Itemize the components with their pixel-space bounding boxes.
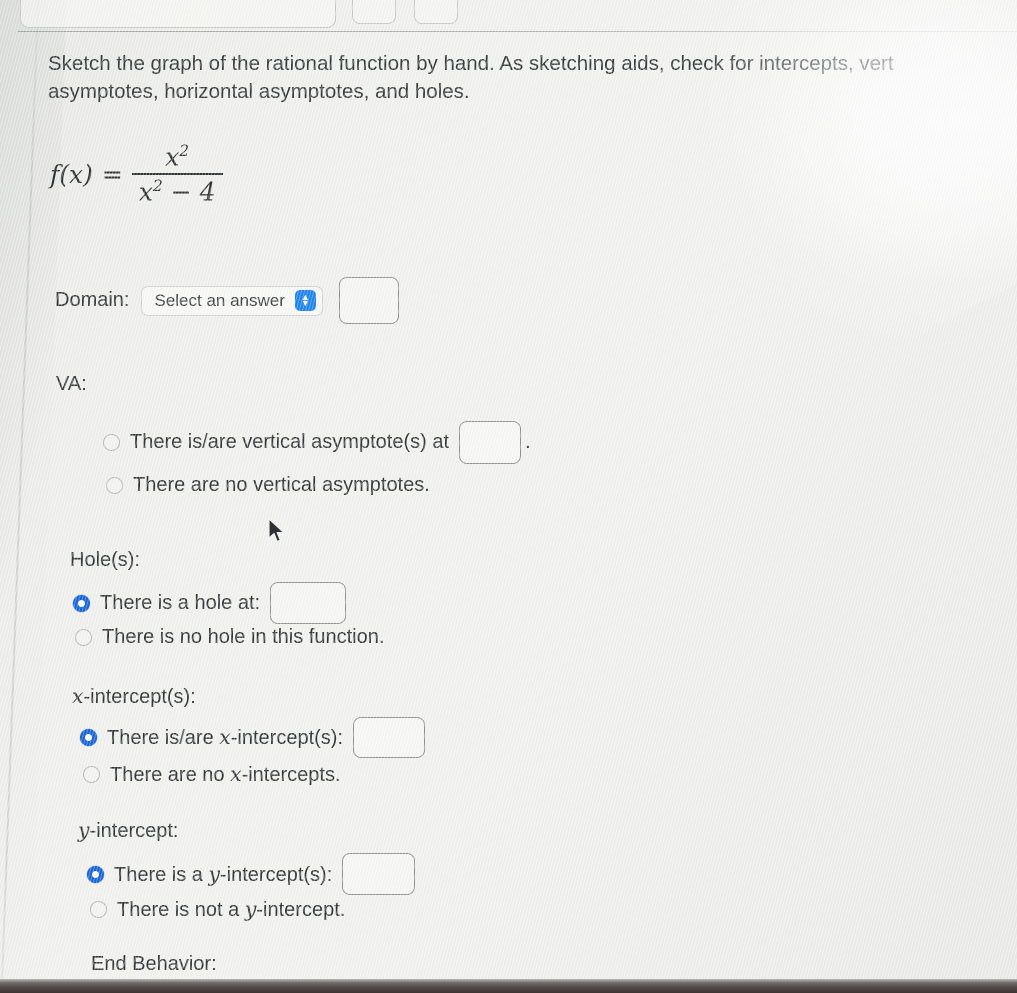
x-symbol: x: [219, 725, 231, 749]
domain-answer-input[interactable]: [338, 277, 399, 324]
radio-y-intercept-has[interactable]: [87, 865, 104, 883]
radio-hole-none[interactable]: [75, 629, 92, 646]
formula-lhs: f(x): [50, 159, 93, 189]
va-answer-input[interactable]: [459, 421, 521, 464]
domain-select[interactable]: Select an answer ▲ ▼: [141, 285, 323, 316]
x-intercept-answer-input[interactable]: [353, 717, 426, 758]
end-behavior-section-title: End Behavior:: [91, 953, 217, 975]
va-option-none-label: There are no vertical asymptotes.: [133, 474, 430, 496]
x-intercept-option-has[interactable]: There is/are x-intercept(s):: [80, 717, 426, 758]
radio-va-has[interactable]: [103, 434, 120, 451]
y-intercept-section-title: y-intercept:: [78, 818, 179, 842]
va-option-none[interactable]: There are no vertical asymptotes.: [106, 474, 440, 497]
hole-section-title: Hole(s):: [70, 549, 141, 571]
radio-hole-has[interactable]: [73, 594, 90, 612]
va-section-title: VA:: [56, 373, 87, 395]
question-selector[interactable]: Question 6 ▾: [20, 0, 336, 28]
question-header: Question 6 ▾ ‹ ›: [0, 0, 1017, 32]
question-body: Sketch the graph of the rational functio…: [0, 32, 1017, 993]
y-intercept-option-none[interactable]: There is not a y-intercept.: [90, 897, 355, 922]
y-intercept-option-none-label: There is not a y-intercept.: [117, 897, 346, 921]
screen-photo-surface: Question 6 ▾ ‹ › Sketch the graph of the…: [0, 0, 1017, 993]
va-option-has-label: There is/are vertical asymptote(s) at: [130, 431, 449, 453]
radio-va-none[interactable]: [106, 477, 123, 494]
formula-fraction: x2 x2 − 4: [131, 142, 223, 207]
select-stepper-icon[interactable]: ▲ ▼: [294, 290, 316, 311]
y-intercept-option-has-label: There is a y-intercept(s):: [114, 861, 333, 886]
radio-y-intercept-none[interactable]: [90, 901, 107, 918]
next-question-button[interactable]: ›: [414, 0, 458, 24]
formula-denominator: x2 − 4: [138, 176, 216, 207]
y-intercept-answer-input[interactable]: [342, 853, 416, 895]
y-symbol: y: [78, 818, 90, 842]
x-intercept-section-title: x-intercept(s):: [72, 684, 196, 708]
hole-option-none-label: There is no hole in this function.: [102, 626, 385, 648]
y-intercept-option-has[interactable]: There is a y-intercept(s):: [87, 853, 416, 895]
radio-x-intercept-has[interactable]: [80, 729, 97, 746]
va-period: .: [525, 431, 531, 453]
x-symbol: x: [72, 684, 84, 708]
previous-question-button[interactable]: ‹: [352, 0, 396, 24]
x-symbol: x: [230, 762, 242, 786]
domain-row: Domain: Select an answer ▲ ▼: [55, 277, 399, 324]
x-intercept-option-none-label: There are no x-intercepts.: [110, 762, 341, 786]
domain-select-value: Select an answer: [154, 290, 285, 310]
x-intercept-option-none[interactable]: There are no x-intercepts.: [83, 762, 351, 787]
formula-equals: =: [101, 159, 123, 189]
y-symbol: y: [244, 897, 257, 921]
hole-option-has-label: There is a hole at:: [100, 591, 261, 614]
formula-numerator: x2: [165, 142, 190, 172]
domain-label: Domain:: [55, 289, 130, 311]
function-formula: f(x) = x2 x2 − 4: [50, 142, 223, 206]
question-prompt: Sketch the graph of the rational functio…: [48, 52, 894, 104]
va-option-has-asymptotes[interactable]: There is/are vertical asymptote(s) at .: [103, 421, 531, 464]
radio-x-intercept-none[interactable]: [83, 766, 100, 783]
hole-option-none[interactable]: There is no hole in this function.: [75, 626, 394, 649]
y-symbol: y: [208, 861, 221, 886]
hole-answer-input[interactable]: [270, 582, 347, 624]
hole-option-has[interactable]: There is a hole at:: [73, 582, 347, 624]
x-intercept-option-has-label: There is/are x-intercept(s):: [107, 725, 344, 749]
device-bottom-edge: [0, 979, 1017, 993]
